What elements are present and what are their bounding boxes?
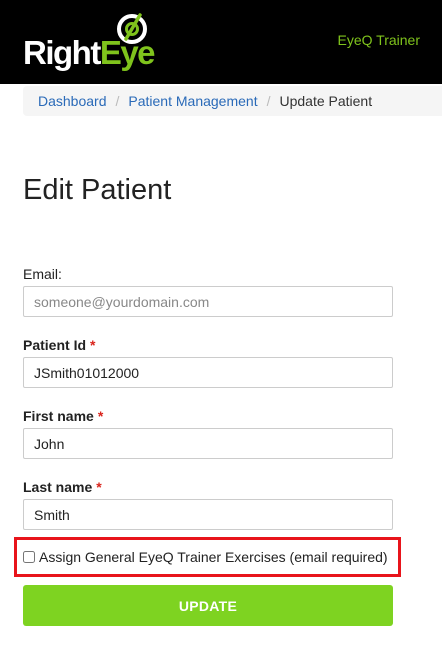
assign-exercises-option[interactable]: Assign General EyeQ Trainer Exercises (e… [23,549,388,565]
breadcrumb: Dashboard / Patient Management / Update … [23,86,442,116]
last-name-label-text: Last name [23,479,93,495]
page-title: Edit Patient [23,174,172,206]
patient-id-label: Patient Id * [23,337,95,353]
required-asterisk: * [97,408,104,424]
required-asterisk: * [96,479,102,495]
logo-eye-mark-icon [117,13,147,44]
breadcrumb-separator: / [115,93,120,109]
last-name-label: Last name * [23,479,102,495]
email-label: Email: [23,266,62,282]
breadcrumb-current: Update Patient [279,93,373,109]
breadcrumb-dashboard-link[interactable]: Dashboard [38,93,107,109]
patient-id-label-text: Patient Id [23,337,87,353]
required-asterisk: * [90,337,96,353]
top-navbar: RightEye EyeQ Trainer [0,0,442,84]
assign-exercises-label: Assign General EyeQ Trainer Exercises (e… [39,549,388,565]
email-field[interactable] [23,286,393,317]
breadcrumb-patient-management-link[interactable]: Patient Management [128,93,257,109]
first-name-label-text: First name [23,408,94,424]
assign-exercises-checkbox[interactable] [23,551,35,563]
patient-id-field[interactable] [23,357,393,388]
last-name-field[interactable] [23,499,393,530]
breadcrumb-separator: / [266,93,271,109]
logo-text-right: Right [23,34,101,71]
first-name-label: First name * [23,408,103,424]
eyeq-trainer-link[interactable]: EyeQ Trainer [338,32,420,48]
first-name-field[interactable] [23,428,393,459]
update-button[interactable]: UPDATE [23,585,393,626]
